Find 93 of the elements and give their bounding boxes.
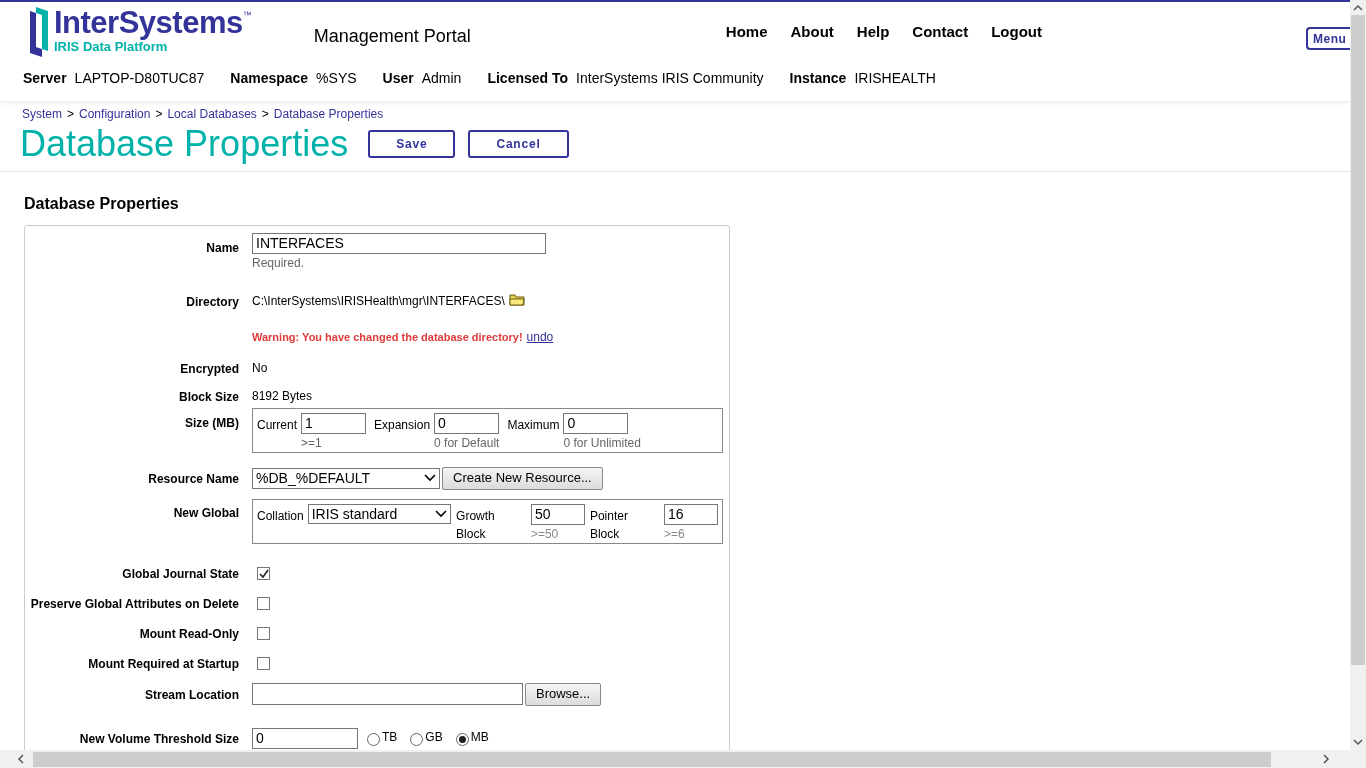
radio-label: GB [425, 729, 443, 746]
info-label: Instance [789, 69, 847, 88]
hint-text: >=1 [301, 435, 323, 452]
field-label: Collation [257, 508, 304, 525]
chevron-down-icon[interactable] [1353, 739, 1363, 746]
chevron-down-icon [424, 474, 436, 482]
radio-label: TB [382, 729, 398, 746]
number-input[interactable]: 1 [301, 413, 366, 434]
collation-select[interactable]: IRIS standard [307, 504, 452, 524]
bracket-logo-icon [28, 7, 50, 57]
directory-path: C:\InterSystems\IRISHealth\mgr\INTERFACES\ [252, 293, 505, 310]
hint-text: 0 for Default [434, 435, 500, 452]
field-label: Mount Required at Startup [88, 657, 239, 671]
field-label: Resource Name [148, 472, 239, 486]
undo-link[interactable]: undo [526, 328, 554, 346]
hint-text: Required. [252, 255, 306, 272]
hint-text: 0 for Unlimited [563, 435, 641, 452]
breadcrumb-separator: > [261, 106, 269, 123]
number-input[interactable]: 0 [434, 413, 500, 434]
checkbox[interactable] [257, 626, 270, 640]
trademark-sign: ™ [242, 11, 252, 20]
info-label: Licensed To [487, 69, 569, 88]
breadcrumb-separator: > [67, 106, 75, 123]
action-button[interactable]: Save [368, 130, 456, 158]
name-input[interactable]: INTERFACES [252, 233, 546, 254]
field-label: New Volume Threshold Size [79, 732, 239, 746]
field-label: Mount Read-Only [139, 627, 239, 641]
chevron-left-icon[interactable] [17, 754, 25, 764]
checkbox[interactable] [257, 656, 270, 670]
breadcrumb-link[interactable]: System [22, 105, 62, 123]
vertical-scrollbar[interactable] [1350, 0, 1366, 750]
field-value: 8192 Bytes [252, 388, 313, 405]
nav-link[interactable]: Help [856, 21, 890, 44]
field-label: Encrypted [180, 361, 239, 376]
info-label: User [382, 69, 414, 88]
field-label: Maximum [507, 417, 560, 434]
field-label: Global Journal State [122, 567, 239, 581]
action-button[interactable]: Cancel [468, 130, 569, 158]
radio-button[interactable] [455, 733, 469, 746]
info-label: Namespace [230, 69, 309, 88]
field-label: Directory [186, 295, 239, 309]
number-input[interactable]: 16 [664, 504, 718, 525]
threshold-input[interactable]: 0 [252, 727, 358, 749]
horizontal-scrollbar[interactable] [0, 750, 1366, 768]
browse-button[interactable]: Browse... [525, 682, 602, 706]
nav-link[interactable]: About [790, 21, 834, 44]
breadcrumb-link[interactable]: Local Databases [167, 105, 257, 123]
logo-wordmark: InterSystems [54, 7, 243, 38]
field-value: No [252, 359, 268, 377]
info-value: Admin [421, 69, 462, 88]
info-value: %SYS [316, 69, 357, 88]
info-label: Server [23, 69, 67, 88]
chevron-down-icon [435, 510, 448, 518]
field-label: New Global [173, 506, 239, 520]
info-value: LAPTOP-D80TUC87 [74, 69, 205, 88]
checkbox[interactable] [257, 566, 270, 580]
nav-link[interactable]: Logout [991, 21, 1042, 44]
checkmark-icon [258, 568, 269, 578]
field-label: Stream Location [144, 688, 239, 702]
nav-link[interactable]: Contact [912, 21, 969, 44]
field-label: Block Size [178, 390, 239, 404]
resource-select[interactable]: %DB_%DEFAULT [252, 467, 440, 489]
create-resource-button[interactable]: Create New Resource... [442, 466, 603, 490]
warning-text: Warning: You have changed the database directory! [252, 329, 523, 345]
number-input[interactable]: 0 [563, 413, 629, 434]
breadcrumb-link[interactable]: Database Properties [273, 105, 384, 123]
field-label: Size (MB) [185, 416, 239, 430]
logo-subtitle: IRIS Data Platform [54, 40, 168, 53]
breadcrumb-link[interactable]: Configuration [79, 105, 151, 123]
chevron-right-icon[interactable] [1322, 754, 1330, 764]
field-label: Preserve Global Attributes on Delete [30, 597, 239, 611]
page-title: Database Properties [20, 123, 349, 165]
chevron-up-icon[interactable] [1353, 4, 1363, 11]
section-title: Database Properties [24, 194, 180, 214]
info-value: InterSystems IRIS Community [576, 69, 764, 88]
radio-button[interactable] [410, 733, 424, 746]
number-input[interactable]: 50 [530, 504, 585, 525]
checkbox[interactable] [257, 596, 270, 610]
nav-link[interactable]: Home [725, 21, 768, 44]
stream-location-input[interactable] [252, 683, 523, 705]
hint-text: >=50 [530, 526, 560, 543]
hint-text: >=6 [664, 526, 686, 543]
field-label: Expansion [374, 417, 431, 434]
folder-icon[interactable] [508, 292, 525, 306]
portal-title: Management Portal [313, 25, 471, 48]
radio-button[interactable] [367, 733, 380, 746]
radio-label: MB [470, 729, 489, 746]
field-label: Growth Block [456, 508, 496, 543]
info-value: IRISHEALTH [854, 69, 936, 88]
breadcrumb-separator: > [155, 106, 163, 123]
field-label: Current [257, 417, 297, 434]
field-label: Name [206, 241, 239, 255]
field-label: Pointer Block [589, 508, 629, 543]
